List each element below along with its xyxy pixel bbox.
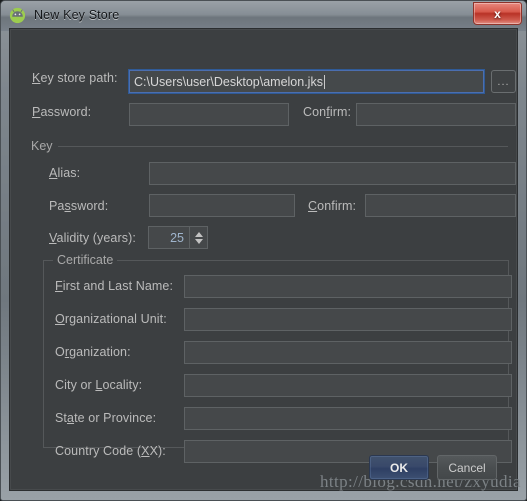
android-studio-icon: [9, 7, 26, 24]
keystore-password-input[interactable]: [129, 103, 289, 126]
text-caret: [323, 74, 325, 89]
key-confirm-input[interactable]: [365, 194, 516, 217]
new-key-store-dialog: Key store path: C:\Users\user\Desktop\am…: [9, 28, 518, 491]
keystore-path-input[interactable]: C:\Users\user\Desktop\amelon.jks: [129, 70, 484, 93]
key-password-label-row: Password:: [49, 199, 108, 213]
key-confirm-label-row: Confirm:: [308, 199, 356, 213]
title-bar[interactable]: New Key Store x: [0, 0, 527, 30]
ok-button[interactable]: OK: [369, 455, 429, 480]
city-or-locality-label: City or Locality:: [55, 378, 143, 392]
city-or-locality-input[interactable]: [184, 374, 512, 397]
state-or-province-label: State or Province:: [55, 411, 157, 425]
cancel-button-label: Cancel: [448, 460, 486, 475]
key-alias-label: Alias:: [49, 166, 81, 180]
key-password-input[interactable]: [149, 194, 295, 217]
first-and-last-name-input[interactable]: [184, 275, 512, 298]
key-password-label: Password:: [49, 199, 109, 213]
close-button[interactable]: x: [473, 2, 522, 25]
organizational-unit-input[interactable]: [184, 308, 512, 331]
keystore-path-value: C:\Users\user\Desktop\amelon.jks: [134, 74, 323, 89]
browse-button-label: ...: [497, 75, 510, 88]
keystore-password-label: Password:: [32, 105, 92, 119]
key-group-separator: [58, 146, 508, 147]
key-alias-label-row: Alias:: [49, 166, 80, 180]
keystore-confirm-label-row: Confirm:: [303, 105, 351, 119]
window-title: New Key Store: [34, 8, 120, 22]
validity-label: Validity (years):: [49, 231, 136, 245]
country-code-label-row: Country Code (XX):: [55, 444, 166, 458]
state-or-province-input[interactable]: [184, 407, 512, 430]
keystore-confirm-input[interactable]: [356, 103, 516, 126]
organizational-unit-label-row: Organizational Unit:: [55, 312, 167, 326]
first-and-last-name-label: First and Last Name:: [55, 279, 174, 293]
key-confirm-label: Confirm:: [308, 199, 357, 213]
validity-spinner-arrows[interactable]: [189, 227, 207, 248]
keystore-path-label: Key store path:: [32, 71, 118, 85]
state-or-province-label-row: State or Province:: [55, 411, 156, 425]
keystore-path-label-row: Key store path:: [32, 71, 118, 85]
browse-button[interactable]: ...: [491, 70, 516, 93]
spinner-up-icon[interactable]: [194, 231, 203, 237]
validity-years-value: 25: [170, 230, 184, 245]
spinner-down-icon[interactable]: [194, 238, 203, 244]
keystore-confirm-label: Confirm:: [303, 105, 352, 119]
city-or-locality-label-row: City or Locality:: [55, 378, 142, 392]
key-alias-input[interactable]: [149, 162, 516, 185]
organization-label-row: Organization:: [55, 345, 131, 359]
close-icon: x: [494, 6, 501, 21]
organization-input[interactable]: [184, 341, 512, 364]
validity-years-stepper[interactable]: 25: [148, 226, 208, 249]
organizational-unit-label: Organizational Unit:: [55, 312, 167, 326]
ok-button-label: OK: [390, 460, 408, 475]
validity-label-row: Validity (years):: [49, 231, 136, 245]
keystore-password-label-row: Password:: [32, 105, 91, 119]
key-group-title: Key: [27, 139, 57, 153]
cancel-button[interactable]: Cancel: [437, 455, 497, 480]
certificate-group-title: Certificate: [53, 253, 118, 267]
first-and-last-name-label-row: First and Last Name:: [55, 279, 173, 293]
country-code-label: Country Code (XX):: [55, 444, 166, 458]
organization-label: Organization:: [55, 345, 131, 359]
